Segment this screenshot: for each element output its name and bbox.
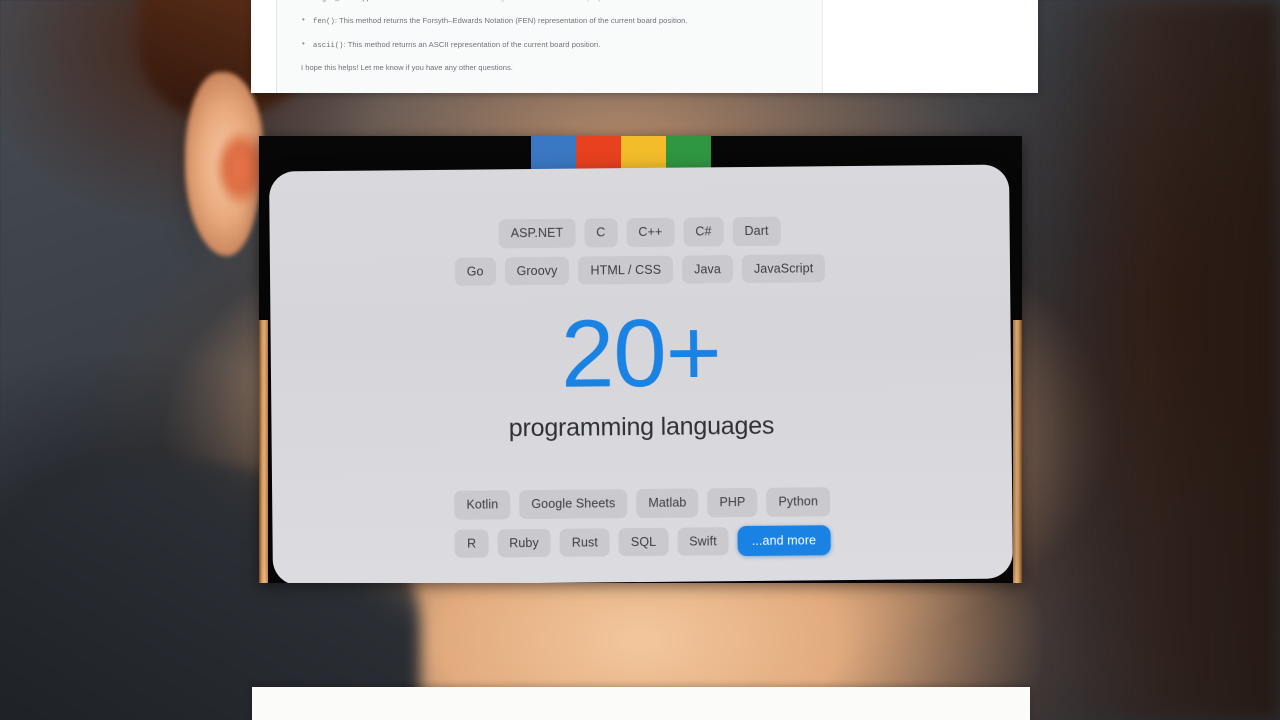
chip-row: R Ruby Rust SQL Swift ...and more (272, 523, 1012, 561)
and-more-chip[interactable]: ...and more (737, 524, 831, 557)
language-chip[interactable]: HTML / CSS (578, 255, 674, 285)
language-chip[interactable]: Matlab (636, 488, 699, 518)
language-chip[interactable]: Dart (732, 216, 781, 246)
language-chip[interactable]: R (454, 528, 489, 558)
document-bullet: fen(): This method returns the Forsyth–E… (301, 14, 821, 28)
portrait-ear (185, 72, 263, 256)
document-panel: legal_moves(): This method returns a lis… (251, 0, 1038, 93)
document-closing-line: I hope this helps! Let me know if you ha… (301, 62, 513, 72)
frame-edge-strip-left (259, 320, 268, 583)
language-chip[interactable]: ASP.NET (498, 218, 576, 248)
chip-row: ASP.NET C C++ C# Dart (270, 214, 1010, 250)
bottom-panel (252, 687, 1030, 720)
language-chip[interactable]: C (584, 218, 618, 248)
slide-card: ASP.NET C C++ C# Dart Go Groovy HTML / C… (269, 164, 1013, 583)
document-text-body: legal_moves(): This method returns a lis… (301, 0, 821, 73)
language-chip[interactable]: Ruby (497, 528, 551, 558)
language-chip[interactable]: Google Sheets (519, 489, 628, 519)
slide-headline: 20+ programming languages (270, 299, 1011, 445)
headline-subtitle: programming languages (508, 411, 775, 443)
document-bullet-text: : This method returns the Forsyth–Edward… (334, 16, 688, 26)
language-chips-top: ASP.NET C C++ C# Dart Go Groovy HTML / C… (270, 214, 1011, 296)
screen-root: legal_moves(): This method returns a lis… (0, 0, 1280, 720)
language-chip[interactable]: Groovy (504, 256, 570, 286)
language-chip[interactable]: Java (681, 254, 734, 284)
headline-count: 20+ (560, 299, 722, 408)
document-bullet: legal_moves(): This method returns a lis… (301, 0, 821, 5)
language-chip[interactable]: C# (683, 217, 724, 247)
document-bullet-code: legal_moves() (313, 0, 370, 3)
language-chip[interactable]: SQL (618, 527, 669, 557)
language-chip[interactable]: Python (766, 487, 831, 517)
language-chip[interactable]: Kotlin (454, 490, 511, 520)
document-bullet-text: : This method returns a list of all the … (370, 0, 610, 2)
language-chip[interactable]: PHP (707, 487, 758, 517)
language-chips-bottom: Kotlin Google Sheets Matlab PHP Python R… (272, 485, 1013, 569)
language-chip[interactable]: C++ (626, 217, 675, 247)
video-frame[interactable]: ASP.NET C C++ C# Dart Go Groovy HTML / C… (259, 136, 1022, 583)
language-chip[interactable]: Rust (559, 527, 611, 557)
document-bullet-code: ascii() (313, 41, 344, 50)
language-chip[interactable]: JavaScript (741, 253, 826, 284)
language-chip[interactable]: Go (454, 256, 496, 286)
document-bullet-text: : This method returns an ASCII represent… (343, 39, 601, 49)
chip-row: Go Groovy HTML / CSS Java JavaScript (270, 252, 1010, 288)
chip-row: Kotlin Google Sheets Matlab PHP Python (272, 485, 1012, 521)
frame-edge-strip-right (1013, 320, 1022, 583)
document-bullet: ascii(): This method returns an ASCII re… (301, 38, 821, 52)
portrait-hair-right (1050, 0, 1280, 720)
language-chip[interactable]: Swift (677, 526, 729, 556)
document-bullet-code: fen() (313, 18, 335, 27)
